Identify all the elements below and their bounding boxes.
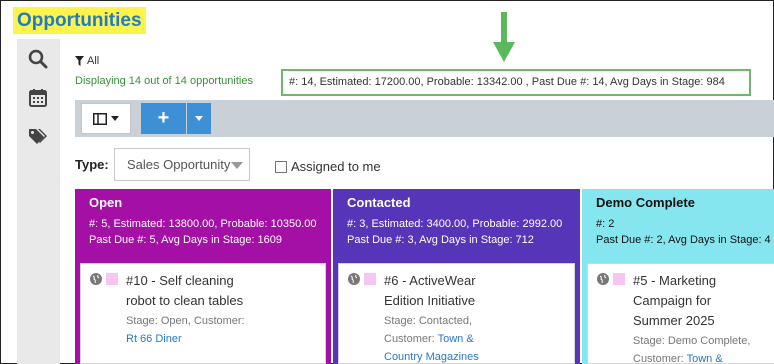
page-title: Opportunities	[13, 7, 146, 34]
card-customer-row: Rt 66 Diner	[126, 331, 311, 347]
color-tag	[613, 273, 625, 285]
search-icon[interactable]	[28, 49, 48, 69]
customer-prefix: Customer:	[384, 333, 438, 345]
assigned-checkbox[interactable]	[275, 160, 287, 173]
card-title-line3[interactable]: Summer 2025	[633, 311, 774, 331]
card-stage: Stage: Demo Complete,	[633, 335, 751, 347]
card-customer-row: Customer: Town &	[633, 351, 774, 364]
card-icons	[348, 271, 376, 285]
globe-icon	[348, 273, 360, 285]
column-open: Open #: 5, Estimated: 13800.00, Probable…	[75, 189, 331, 364]
customer-link[interactable]: Rt 66 Diner	[126, 333, 182, 345]
tags-icon[interactable]	[28, 126, 48, 146]
column-title: Open	[89, 195, 123, 210]
caret-down-icon	[111, 116, 119, 121]
globe-icon	[90, 273, 102, 285]
column-demo-complete: Demo Complete #: 2 Past Due #: 2, Avg Da…	[582, 189, 774, 364]
customer-link[interactable]: Town &	[687, 353, 723, 363]
displaying-count: Displaying 14 out of 14 opportunities	[75, 75, 253, 87]
column-stats-line1: #: 3, Estimated: 3400.00, Probable: 2992…	[347, 218, 563, 230]
card-stage: Stage: Open, Customer:	[126, 315, 245, 327]
customer-link[interactable]: Town &	[438, 333, 474, 345]
column-header: Contacted #: 3, Estimated: 3400.00, Prob…	[333, 189, 580, 248]
filter-icon	[75, 56, 84, 66]
column-stats-line1: #: 5, Estimated: 13800.00, Probable: 103…	[89, 218, 317, 230]
column-contacted: Contacted #: 3, Estimated: 3400.00, Prob…	[333, 189, 580, 364]
caret-down-icon	[195, 116, 203, 121]
column-stats-line1: #: 2	[596, 218, 615, 230]
annotation-arrow-icon	[493, 12, 515, 62]
assigned-to-me-toggle[interactable]: Assigned to me	[275, 159, 381, 174]
column-title: Demo Complete	[596, 195, 695, 210]
card-title-line2[interactable]: Campaign for	[633, 291, 774, 311]
column-stats-line2: Past Due #: 2, Avg Days in Stage: 4	[596, 234, 771, 246]
summary-stats: #: 14, Estimated: 17200.00, Probable: 13…	[281, 69, 751, 96]
card-customer-row2: Country Magazines	[384, 349, 569, 363]
left-rail	[17, 39, 60, 364]
globe-icon	[597, 273, 609, 285]
color-tag	[364, 273, 376, 285]
toolbar: +	[75, 100, 774, 137]
opportunity-card[interactable]: #5 - Marketing Campaign for Summer 2025 …	[587, 263, 774, 364]
type-select-value: Sales Opportunity	[127, 157, 231, 172]
view-toggle-button[interactable]	[81, 103, 131, 134]
card-title-line2[interactable]: robot to clean tables	[126, 291, 311, 311]
customer-prefix: Customer:	[633, 353, 687, 364]
card-icons	[90, 271, 118, 285]
opportunity-card[interactable]: #10 - Self cleaning robot to clean table…	[80, 263, 326, 364]
card-stage: Stage: Contacted,	[384, 315, 473, 327]
column-header: Open #: 5, Estimated: 13800.00, Probable…	[75, 189, 331, 248]
add-button[interactable]: +	[141, 103, 186, 134]
filter-label: All	[87, 55, 100, 67]
assigned-label: Assigned to me	[291, 159, 381, 174]
card-icons	[597, 271, 625, 285]
type-label: Type:	[75, 157, 109, 172]
card-customer-row: Customer: Town &	[384, 331, 569, 347]
card-title-line1[interactable]: #10 - Self cleaning	[126, 271, 311, 291]
column-stats-line2: Past Due #: 3, Avg Days in Stage: 712	[347, 234, 534, 246]
type-select[interactable]: Sales Opportunity	[114, 148, 250, 181]
column-stats-line2: Past Due #: 5, Avg Days in Stage: 1609	[89, 234, 283, 246]
column-title: Contacted	[347, 195, 411, 210]
opportunity-card[interactable]: #6 - ActiveWear Edition Initiative Stage…	[338, 263, 575, 364]
chevron-down-icon	[231, 162, 243, 169]
customer-link-line2[interactable]: Country Magazines	[384, 351, 479, 363]
card-title-line1[interactable]: #5 - Marketing	[633, 271, 774, 291]
card-title-line1[interactable]: #6 - ActiveWear	[384, 271, 569, 291]
card-title-line2[interactable]: Edition Initiative	[384, 291, 569, 311]
card-body: #5 - Marketing Campaign for Summer 2025 …	[633, 271, 774, 364]
card-body: #6 - ActiveWear Edition Initiative Stage…	[384, 271, 569, 363]
calendar-icon[interactable]	[28, 88, 48, 108]
color-tag	[106, 273, 118, 285]
columns-icon	[93, 112, 107, 125]
column-header: Demo Complete #: 2 Past Due #: 2, Avg Da…	[582, 189, 774, 248]
card-body: #10 - Self cleaning robot to clean table…	[126, 271, 311, 347]
filter-selector[interactable]: All	[75, 55, 99, 67]
add-dropdown-button[interactable]	[187, 103, 211, 134]
